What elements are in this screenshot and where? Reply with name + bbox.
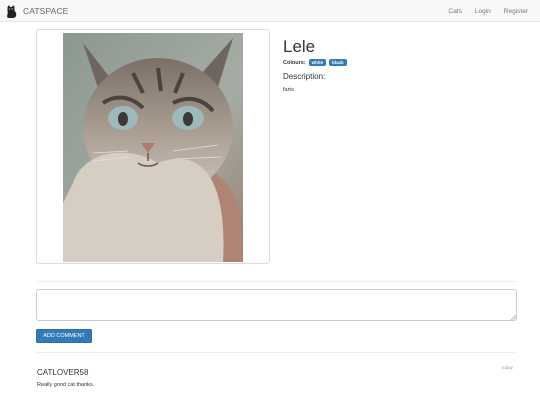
colour-badge-black: black bbox=[329, 59, 347, 66]
nav-link-register[interactable]: Register bbox=[504, 8, 528, 15]
description-heading: Description: bbox=[283, 72, 326, 81]
add-comment-button[interactable]: ADD COMMENT bbox=[36, 329, 92, 343]
cat-name-heading: Lele bbox=[283, 37, 316, 56]
comments-divider bbox=[36, 352, 517, 353]
brand-link[interactable]: CATSPACE bbox=[6, 4, 68, 18]
navbar: CATSPACE Cats Login Register bbox=[0, 0, 540, 22]
nav-links: Cats Login Register bbox=[449, 0, 540, 22]
nav-link-login[interactable]: Login bbox=[475, 8, 491, 15]
cat-logo-icon bbox=[7, 4, 17, 18]
brand-title: CATSPACE bbox=[23, 6, 69, 16]
colours-label: Colours: bbox=[283, 59, 306, 66]
description-text: farts bbox=[283, 87, 294, 93]
colours-row: Colours: white black bbox=[283, 59, 350, 66]
comment-text: Really good cat thanks. bbox=[37, 382, 95, 388]
comment-date: today bbox=[502, 365, 514, 370]
colour-badge-white: white bbox=[308, 59, 327, 66]
comment-author: CATLOVER58 bbox=[37, 368, 89, 377]
cat-photo-panel bbox=[36, 29, 270, 264]
section-divider bbox=[36, 281, 517, 282]
cat-photo-image bbox=[63, 33, 243, 262]
comment-textarea[interactable] bbox=[36, 289, 517, 321]
cat-photo bbox=[63, 33, 243, 262]
nav-link-cats[interactable]: Cats bbox=[449, 8, 462, 15]
resize-grip-icon[interactable] bbox=[510, 314, 516, 320]
